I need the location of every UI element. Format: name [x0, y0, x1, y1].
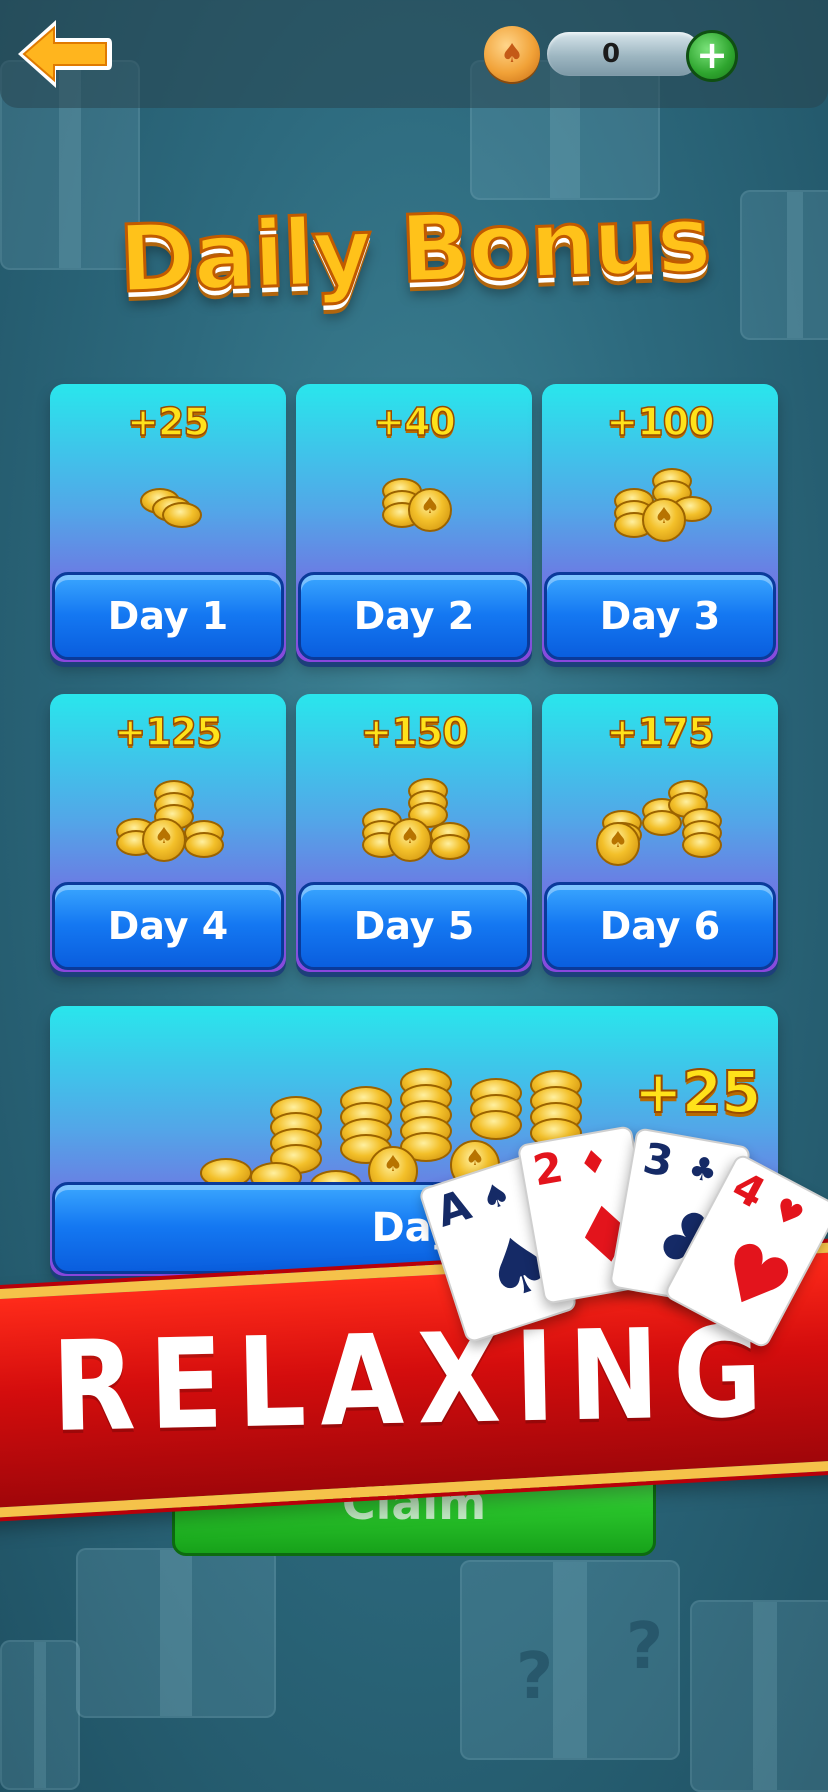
day-card-4[interactable]: +125 Day 4	[50, 694, 286, 972]
coin-stack-icon	[50, 468, 286, 558]
promo-banner-text: RELAXING	[50, 1301, 778, 1460]
reward-amount: +125	[114, 709, 224, 755]
day-card-6[interactable]: +175 Day 6	[542, 694, 778, 972]
day-card-5[interactable]: +150 Day 5	[296, 694, 532, 972]
coin-stack-icon	[296, 778, 532, 868]
day-card-2[interactable]: +40 Day 2	[296, 384, 532, 662]
reward-amount: +25	[126, 399, 210, 445]
club-icon: ♣	[685, 1148, 721, 1191]
background-gift-box	[76, 1548, 276, 1718]
heart-icon: ♥	[767, 1189, 811, 1237]
back-arrow-icon	[18, 20, 112, 88]
coin-balance: 0	[547, 32, 701, 76]
card-rank: 4	[724, 1161, 774, 1219]
card-rank: 3	[639, 1133, 677, 1187]
day-button[interactable]: Day 3	[544, 572, 776, 660]
reward-amount: +40	[372, 399, 456, 445]
day-button[interactable]: Day 4	[52, 882, 284, 970]
spade-icon: ♠	[476, 1173, 516, 1219]
diamond-icon: ♦	[575, 1141, 611, 1184]
reward-amount: +25	[633, 1057, 762, 1127]
day-card-1[interactable]: +25 Day 1	[50, 384, 286, 662]
coin-stack-icon	[542, 468, 778, 558]
coin-stack-icon	[50, 778, 286, 868]
background-gift-box	[690, 1600, 828, 1792]
background-gift-box	[0, 1640, 80, 1790]
reward-amount: +150	[360, 709, 470, 755]
back-button[interactable]	[12, 14, 114, 94]
reward-amount: +175	[606, 709, 716, 755]
card-rank: A	[430, 1179, 477, 1237]
day-button[interactable]: Day 6	[544, 882, 776, 970]
add-coins-button[interactable]: +	[686, 30, 738, 82]
background-question-mark: ?	[626, 1610, 664, 1684]
day-button[interactable]: Day 1	[52, 572, 284, 660]
day-card-3[interactable]: +100 Day 3	[542, 384, 778, 662]
day-button[interactable]: Day 2	[298, 572, 530, 660]
background-question-mark: ?	[516, 1640, 554, 1714]
top-bar: ♠ 0 +	[0, 0, 828, 108]
coin-stack-icon	[542, 778, 778, 868]
coin-stack-icon	[296, 468, 532, 558]
spade-coin-icon: ♠	[484, 26, 540, 82]
day-button[interactable]: Day 5	[298, 882, 530, 970]
plus-icon: +	[696, 33, 728, 77]
reward-amount: +100	[606, 399, 716, 445]
card-rank: 2	[529, 1142, 567, 1196]
